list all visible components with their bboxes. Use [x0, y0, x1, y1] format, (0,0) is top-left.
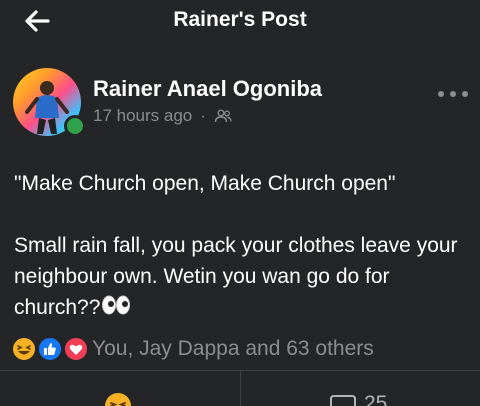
like-icon: [37, 336, 63, 362]
comment-count: 25: [364, 392, 388, 406]
comment-button[interactable]: 25: [330, 392, 388, 406]
friends-icon: [214, 109, 232, 123]
more-dot: [438, 91, 444, 97]
online-status-dot: [64, 115, 86, 137]
post-author[interactable]: Rainer Anael Ogoniba: [93, 76, 322, 102]
more-dot: [462, 91, 468, 97]
top-bar: Rainer's Post: [0, 0, 480, 44]
post-text: "Make Church open, Make Church open" Sma…: [14, 168, 469, 323]
eyes-emoji: [102, 295, 131, 315]
reactions-summary-text: You, Jay Dappa and 63 others: [92, 337, 374, 360]
post-text-span: Small rain fall, you pack your clothes l…: [14, 234, 458, 319]
love-icon: [63, 336, 89, 362]
meta-separator: ·: [200, 106, 206, 125]
haha-icon: [11, 336, 37, 362]
action-bar-separator: [240, 371, 241, 406]
haha-icon: [105, 393, 131, 406]
post-text-line: Small rain fall, you pack your clothes l…: [14, 230, 469, 323]
reactions-summary[interactable]: You, Jay Dappa and 63 others: [11, 334, 374, 364]
more-options-button[interactable]: [438, 86, 468, 102]
post-meta: 17 hours ago ·: [93, 106, 232, 126]
post-timestamp[interactable]: 17 hours ago: [93, 106, 192, 126]
reaction-icons: [11, 335, 89, 363]
react-button[interactable]: [104, 392, 132, 406]
more-dot: [450, 91, 456, 97]
avatar[interactable]: [13, 68, 86, 137]
page-title: Rainer's Post: [173, 8, 307, 31]
comment-icon: [330, 395, 356, 406]
post-text-line: "Make Church open, Make Church open": [14, 172, 396, 195]
